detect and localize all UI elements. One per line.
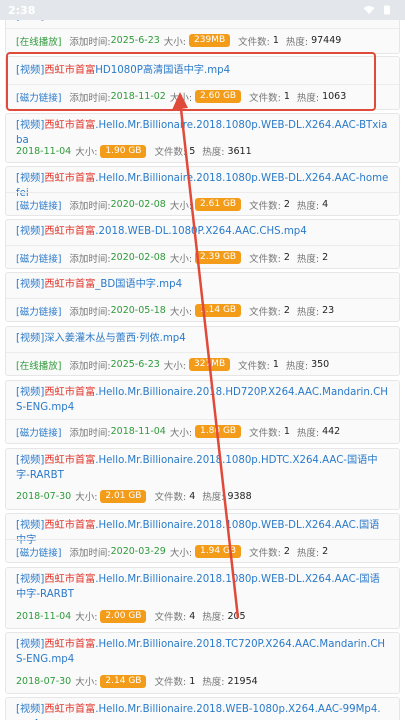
status-bar: 2:38 (0, 0, 405, 20)
annotation-arrow (172, 92, 240, 619)
status-time: 2:38 (8, 3, 36, 17)
wifi-icon (363, 6, 375, 14)
status-icons (363, 5, 393, 15)
battery-icon (384, 5, 390, 15)
